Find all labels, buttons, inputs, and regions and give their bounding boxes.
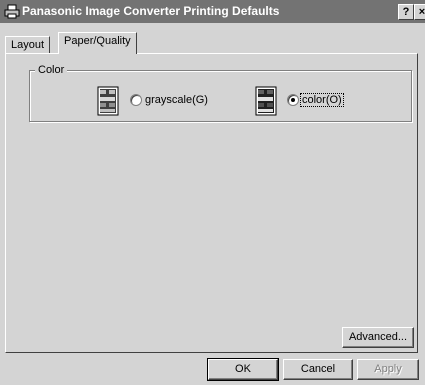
color-group-label: Color [35, 64, 68, 76]
tab-layout[interactable]: Layout [5, 36, 51, 53]
printing-defaults-dialog: Panasonic Image Converter Printing Defau… [0, 0, 425, 385]
printer-icon [4, 4, 20, 19]
grayscale-label[interactable]: grayscale(G) [145, 94, 208, 106]
color-groupbox [29, 70, 412, 122]
color-label[interactable]: color(O) [300, 93, 344, 107]
grayscale-radio[interactable] [130, 94, 142, 106]
color-document-icon [255, 86, 277, 116]
advanced-button[interactable]: Advanced... [342, 327, 414, 348]
ok-button[interactable]: OK [207, 358, 279, 381]
tab-paper-quality[interactable]: Paper/Quality [58, 32, 137, 54]
help-button[interactable]: ? [398, 4, 414, 20]
close-button[interactable]: × [414, 4, 425, 20]
color-radio[interactable] [287, 94, 299, 106]
grayscale-document-icon [97, 86, 119, 116]
cancel-button[interactable]: Cancel [283, 359, 353, 380]
window-title: Panasonic Image Converter Printing Defau… [22, 4, 280, 18]
apply-button[interactable]: Apply [357, 359, 419, 380]
title-bar: Panasonic Image Converter Printing Defau… [0, 0, 425, 23]
